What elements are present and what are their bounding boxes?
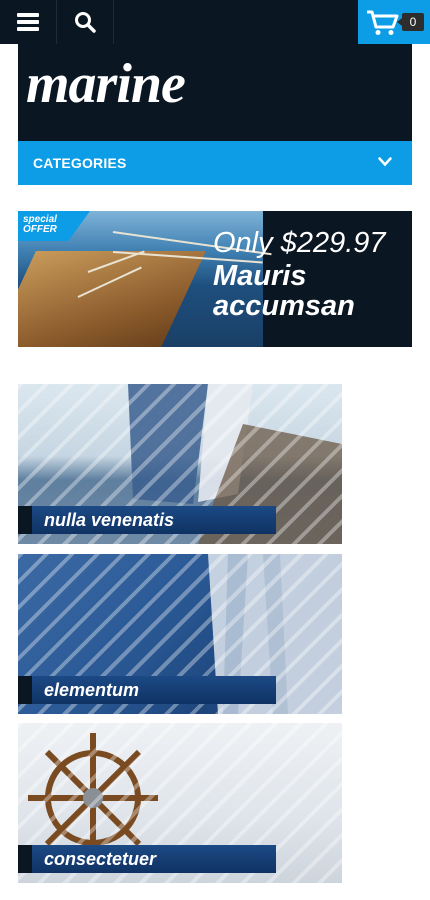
top-bar: 0	[0, 0, 430, 44]
categories-dropdown[interactable]: CATEGORIES	[18, 141, 412, 185]
chevron-down-icon	[378, 157, 392, 167]
menu-button[interactable]	[0, 0, 57, 44]
shopping-cart-icon	[367, 10, 399, 35]
tile-caption: consectetuer	[18, 845, 276, 873]
special-offer-banner[interactable]: special OFFER Only $229.97 Mauris accums…	[18, 211, 412, 347]
hamburger-icon	[17, 13, 39, 31]
tile-caption: nulla venenatis	[18, 506, 276, 534]
logo-block[interactable]: marine	[18, 44, 412, 141]
search-button[interactable]	[57, 0, 114, 44]
search-icon	[75, 12, 96, 33]
cart-count-badge: 0	[397, 13, 424, 31]
category-tile[interactable]: elementum	[18, 554, 342, 714]
cart-button[interactable]: 0	[358, 0, 430, 44]
offer-price: Only $229.97	[213, 227, 386, 259]
tile-caption: elementum	[18, 676, 276, 704]
category-tile[interactable]: nulla venenatis	[18, 384, 342, 544]
category-tile[interactable]: consectetuer	[18, 723, 342, 883]
site-logo: marine	[26, 53, 186, 115]
categories-label: CATEGORIES	[33, 155, 127, 171]
offer-title: Mauris accumsan	[213, 260, 355, 322]
